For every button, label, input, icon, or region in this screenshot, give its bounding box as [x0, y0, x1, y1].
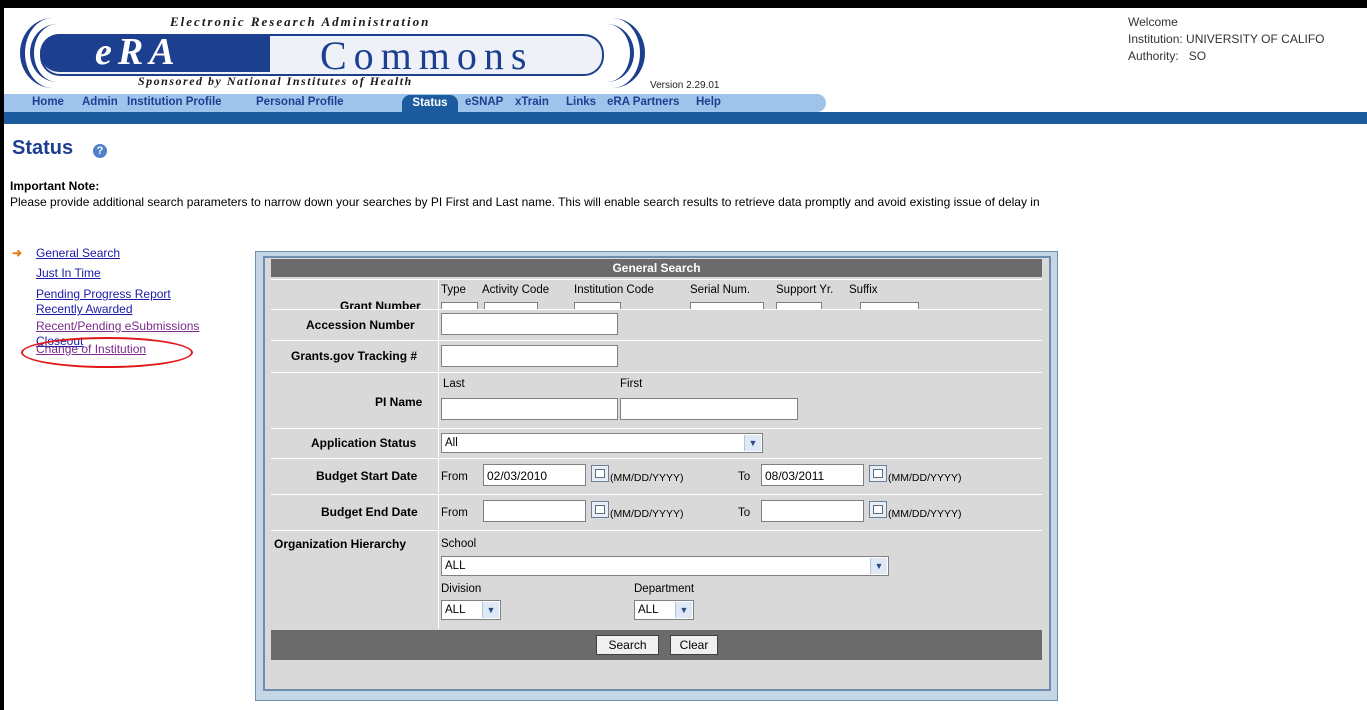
logo-era-text: eRA: [95, 31, 181, 73]
current-arrow-icon: ➜: [12, 246, 23, 260]
division-value: ALL: [445, 604, 466, 616]
chevron-down-icon[interactable]: ▼: [482, 602, 499, 618]
school-value: ALL: [445, 560, 466, 572]
logo-commons-text: Commons: [320, 33, 534, 78]
chevron-down-icon[interactable]: ▼: [675, 602, 692, 618]
authority-text: Authority: SO: [1128, 49, 1207, 63]
pi-first-label: First: [620, 378, 643, 390]
institution-text: Institution: UNIVERSITY OF CALIFO: [1128, 32, 1325, 46]
date-format-hint: (MM/DD/YYYY): [888, 508, 962, 520]
org-hierarchy-row: Organization Hierarchy School ALL ▼ Divi…: [271, 530, 1042, 629]
era-commons-logo[interactable]: Electronic Research Administration eRA C…: [20, 12, 645, 94]
accession-number-input[interactable]: [441, 313, 618, 335]
nav-help[interactable]: Help: [696, 96, 721, 108]
chevron-down-icon[interactable]: ▼: [870, 558, 887, 574]
budget-end-to-input[interactable]: [761, 500, 864, 522]
calendar-icon[interactable]: [869, 465, 887, 482]
budget-start-row: Budget Start Date From 02/03/2010 (MM/DD…: [271, 458, 1042, 493]
department-value: ALL: [638, 604, 659, 616]
pi-name-row: PI Name Last First: [271, 372, 1042, 427]
nav-era-partners[interactable]: eRA Partners: [607, 96, 679, 108]
pi-last-label: Last: [443, 378, 465, 390]
important-note-text: Please provide additional search paramet…: [10, 195, 1040, 209]
window-top-border: [0, 0, 1367, 8]
version-label: Version 2.29.01: [650, 80, 720, 91]
calendar-icon[interactable]: [591, 501, 609, 518]
department-select[interactable]: ALL ▼: [634, 600, 694, 620]
logo-bottom-text: Sponsored by National Institutes of Heal…: [138, 74, 413, 88]
nav-status-active-tab[interactable]: Status: [402, 95, 458, 112]
budget-end-to-label: To: [738, 507, 751, 519]
date-format-hint: (MM/DD/YYYY): [610, 508, 684, 520]
accession-number-label: Accession Number: [306, 318, 415, 332]
support-yr-label: Support Yr.: [776, 284, 834, 296]
budget-end-label: Budget End Date: [321, 505, 418, 519]
calendar-icon[interactable]: [869, 501, 887, 518]
important-note-title: Important Note:: [10, 179, 100, 193]
suffix-label: Suffix: [849, 284, 878, 296]
school-label: School: [441, 538, 477, 550]
nav-links[interactable]: Links: [566, 96, 596, 108]
date-format-hint: (MM/DD/YYYY): [888, 472, 962, 484]
serial-num-label: Serial Num.: [690, 284, 751, 296]
highlight-oval: [21, 337, 193, 368]
application-status-label: Application Status: [311, 436, 417, 450]
nav-institution-profile[interactable]: Institution Profile: [127, 96, 222, 108]
left-link-general-search[interactable]: General Search: [36, 246, 120, 260]
budget-end-from-input[interactable]: [483, 500, 586, 522]
department-label: Department: [634, 583, 695, 595]
logo-top-text: Electronic Research Administration: [170, 14, 431, 29]
calendar-icon[interactable]: [591, 465, 609, 482]
grants-gov-input[interactable]: [441, 345, 618, 367]
application-status-value: All: [445, 437, 458, 449]
budget-start-to-label: To: [738, 471, 751, 483]
welcome-panel: Welcome Institution: UNIVERSITY OF CALIF…: [1128, 14, 1325, 65]
budget-start-from-input[interactable]: 02/03/2010: [483, 464, 586, 486]
budget-start-to-input[interactable]: 08/03/2011: [761, 464, 864, 486]
nav-personal-profile[interactable]: Personal Profile: [256, 96, 344, 108]
division-select[interactable]: ALL ▼: [441, 600, 501, 620]
date-format-hint: (MM/DD/YYYY): [610, 472, 684, 484]
type-label: Type: [441, 284, 466, 296]
budget-start-label: Budget Start Date: [316, 469, 418, 483]
help-icon[interactable]: ?: [93, 144, 107, 158]
budget-start-from-label: From: [441, 471, 468, 483]
budget-end-from-label: From: [441, 507, 468, 519]
school-select[interactable]: ALL ▼: [441, 556, 889, 576]
grants-gov-label: Grants.gov Tracking #: [291, 349, 418, 363]
nav-xtrain[interactable]: xTrain: [515, 96, 549, 108]
application-status-select[interactable]: All ▼: [441, 433, 763, 453]
pi-first-input[interactable]: [620, 398, 798, 420]
chevron-down-icon[interactable]: ▼: [744, 435, 761, 451]
grants-gov-row: Grants.gov Tracking #: [271, 340, 1042, 371]
accession-number-row: Accession Number: [271, 309, 1042, 340]
activity-code-label: Activity Code: [482, 284, 550, 296]
application-status-row: Application Status All ▼: [271, 428, 1042, 457]
left-link-recently-awarded[interactable]: Recently Awarded: [36, 302, 133, 316]
search-button[interactable]: Search: [596, 635, 659, 655]
clear-button[interactable]: Clear: [670, 635, 718, 655]
nav-home[interactable]: Home: [32, 96, 64, 108]
pi-last-input[interactable]: [441, 398, 618, 420]
left-link-recent-pending-esubmissions[interactable]: Recent/Pending eSubmissions: [36, 319, 199, 333]
division-label: Division: [441, 583, 482, 595]
org-hierarchy-label: Organization Hierarchy: [274, 537, 407, 551]
budget-end-row: Budget End Date From (MM/DD/YYYY) To (MM…: [271, 494, 1042, 529]
left-link-just-in-time[interactable]: Just In Time: [36, 266, 101, 280]
page-title: Status: [12, 137, 74, 159]
nav-band: [4, 112, 1367, 124]
left-link-pending-progress-report[interactable]: Pending Progress Report: [36, 287, 171, 301]
form-title: General Search: [271, 259, 1042, 277]
welcome-text: Welcome: [1128, 15, 1178, 29]
pi-name-label: PI Name: [375, 395, 423, 409]
nav-esnap[interactable]: eSNAP: [465, 96, 503, 108]
nav-admin[interactable]: Admin: [82, 96, 118, 108]
institution-code-label: Institution Code: [574, 284, 654, 296]
